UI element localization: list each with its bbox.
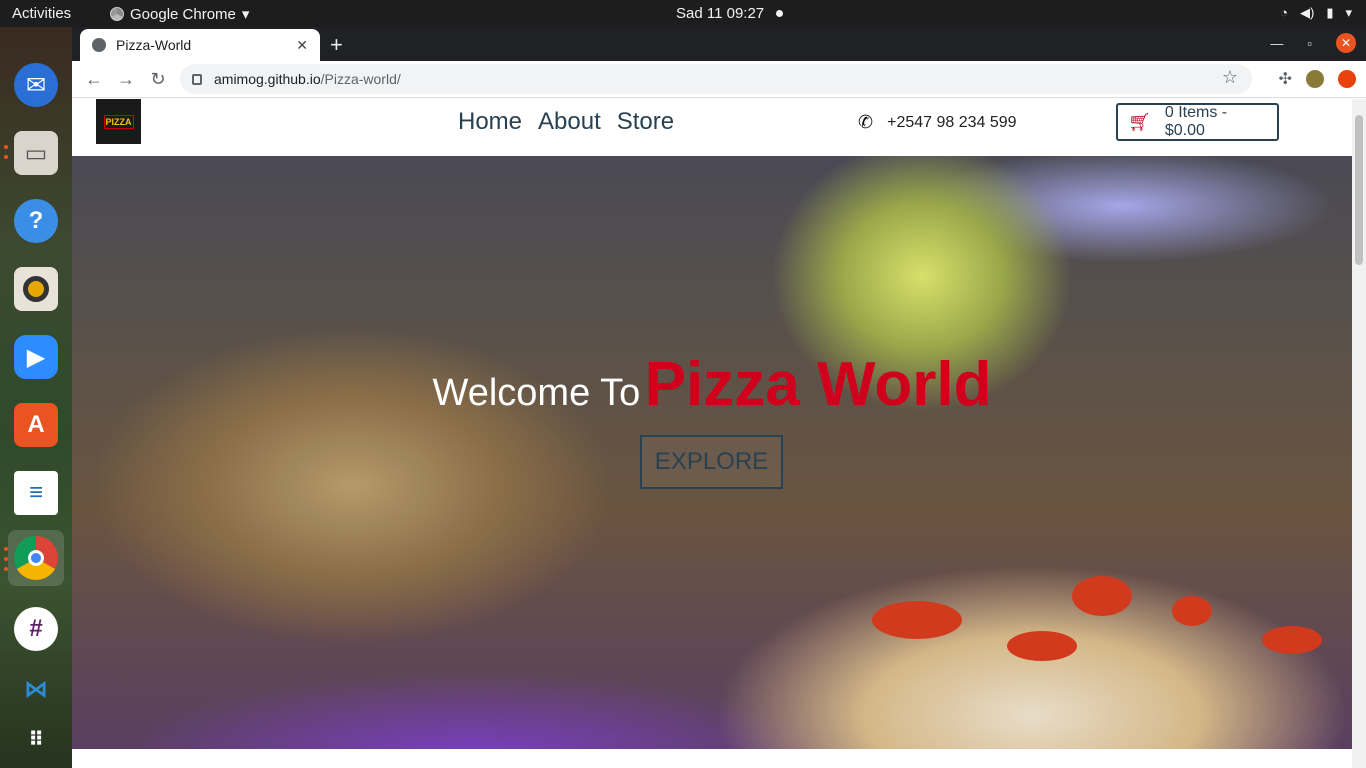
nav-about[interactable]: About [538,108,601,136]
profile-avatar[interactable] [1306,70,1324,88]
clock[interactable]: Sad 11 09:27 [676,5,764,22]
running-indicator [4,145,8,149]
maximize-button[interactable]: ▫ [1307,36,1312,51]
close-window-button[interactable]: ✕ [1336,33,1356,53]
minimize-button[interactable]: — [1270,36,1283,51]
forward-button[interactable]: → [110,63,142,95]
cart-button[interactable]: 🛒︎ 0 Items - $0.00 [1116,103,1279,141]
phone-icon: ✆ [858,112,874,132]
url-host: amimog.github.io [214,71,321,87]
logo-text: PIZZA [103,114,134,129]
hero-image-detail [1262,626,1322,654]
chrome-mini-icon [110,7,124,21]
chevron-down-icon: ▾ [1345,5,1352,20]
page-viewport: PIZZA Home About Store ✆ +2547 98 234 59… [72,99,1352,768]
phone-number: +2547 98 234 599 [887,113,1017,131]
shopping-cart-icon: 🛒︎ [1128,111,1151,132]
system-top-bar: Activities Google Chrome ▾ Sad 11 09:27 … [0,0,1366,27]
files-icon: ▭ [14,131,58,175]
window-controls: — ▫ ✕ [1270,33,1356,53]
dock: ✉ ▭ ? ▶ A ≡ # ⋈ ⠿ [0,27,72,768]
rhythmbox-icon [14,267,58,311]
dock-thunderbird[interactable]: ✉ [8,57,64,113]
dock-slack[interactable]: # [8,601,64,657]
hero-image-detail [1072,576,1132,616]
notification-dot [776,10,783,17]
url-path: /Pizza-world/ [320,71,401,87]
running-indicator [4,547,8,551]
dock-help[interactable]: ? [8,193,64,249]
dock-software[interactable]: A [8,397,64,453]
scrollbar-thumb[interactable] [1355,115,1363,265]
volume-icon: ◀) [1299,5,1315,20]
software-icon: A [14,403,58,447]
hero-image-detail [1007,631,1077,661]
app-menu[interactable]: Google Chrome ▾ [110,5,249,23]
wifi-icon: ◔ [1280,5,1288,20]
dock-rhythmbox[interactable] [8,261,64,317]
thunderbird-icon: ✉ [14,63,58,107]
update-icon[interactable] [1338,70,1356,88]
system-tray[interactable]: ◔ ◀) ▮ ▾ [1280,5,1352,21]
show-applications[interactable]: ⠿ [8,711,64,767]
explore-button[interactable]: EXPLORE [640,435,783,489]
phone-contact: ✆ +2547 98 234 599 [858,112,1017,133]
page-scrollbar[interactable] [1352,99,1366,768]
back-button[interactable]: ← [78,63,110,95]
hero-image-detail [1172,596,1212,626]
dock-chrome[interactable] [8,530,64,586]
tab-pizza-world[interactable]: Pizza-World ✕ [80,29,320,61]
hero-welcome: Welcome To [432,372,641,414]
help-icon: ? [14,199,58,243]
slack-icon: # [14,607,58,651]
hero-image-detail [872,601,962,639]
reload-button[interactable]: ↻ [142,63,174,95]
bookmark-star-icon[interactable]: ☆ [1222,67,1238,88]
browser-window: Pizza-World ✕ + — ▫ ✕ ← → ↻ amimog.githu… [72,27,1366,768]
dock-vscode[interactable]: ⋈ [8,661,64,717]
dock-zoom[interactable]: ▶ [8,329,64,385]
app-menu-label: Google Chrome [130,5,236,23]
site-navbar: PIZZA Home About Store ✆ +2547 98 234 59… [72,99,1352,156]
browser-toolbar: ← → ↻ amimog.github.io/Pizza-world/ ☆ ✣ [72,61,1366,98]
app-grid-icon: ⠿ [28,728,44,751]
battery-icon: ▮ [1326,5,1334,20]
new-tab-button[interactable]: + [330,32,343,58]
writer-icon: ≡ [14,471,58,515]
extensions-puzzle-icon[interactable]: ✣ [1279,69,1292,89]
dock-files[interactable]: ▭ [8,125,64,181]
running-indicator [4,155,8,159]
zoom-icon: ▶ [14,335,58,379]
close-icon[interactable]: ✕ [296,37,308,54]
hero-heading: Welcome To Pizza World [72,349,1352,420]
globe-icon [92,38,106,52]
running-indicator [4,567,8,571]
chevron-down-icon: ▾ [241,6,250,23]
nav-home[interactable]: Home [458,108,522,136]
dock-writer[interactable]: ≡ [8,465,64,521]
lock-icon[interactable] [192,73,202,85]
tab-title: Pizza-World [116,37,192,53]
chrome-icon [14,536,58,580]
main-menu: Home About Store [458,108,674,136]
vscode-icon: ⋈ [24,675,48,703]
cart-summary: 0 Items - $0.00 [1164,104,1228,139]
nav-store[interactable]: Store [617,108,674,136]
hero-banner: Welcome To Pizza World EXPLORE [72,156,1352,749]
site-logo[interactable]: PIZZA [96,99,141,144]
activities-button[interactable]: Activities [12,5,71,22]
extensions-area: ✣ [1279,69,1356,89]
tab-strip: Pizza-World ✕ + — ▫ ✕ [72,27,1366,61]
running-indicator [4,557,8,561]
hero-brand: Pizza World [644,350,992,419]
address-bar[interactable]: amimog.github.io/Pizza-world/ ☆ [180,64,1252,94]
